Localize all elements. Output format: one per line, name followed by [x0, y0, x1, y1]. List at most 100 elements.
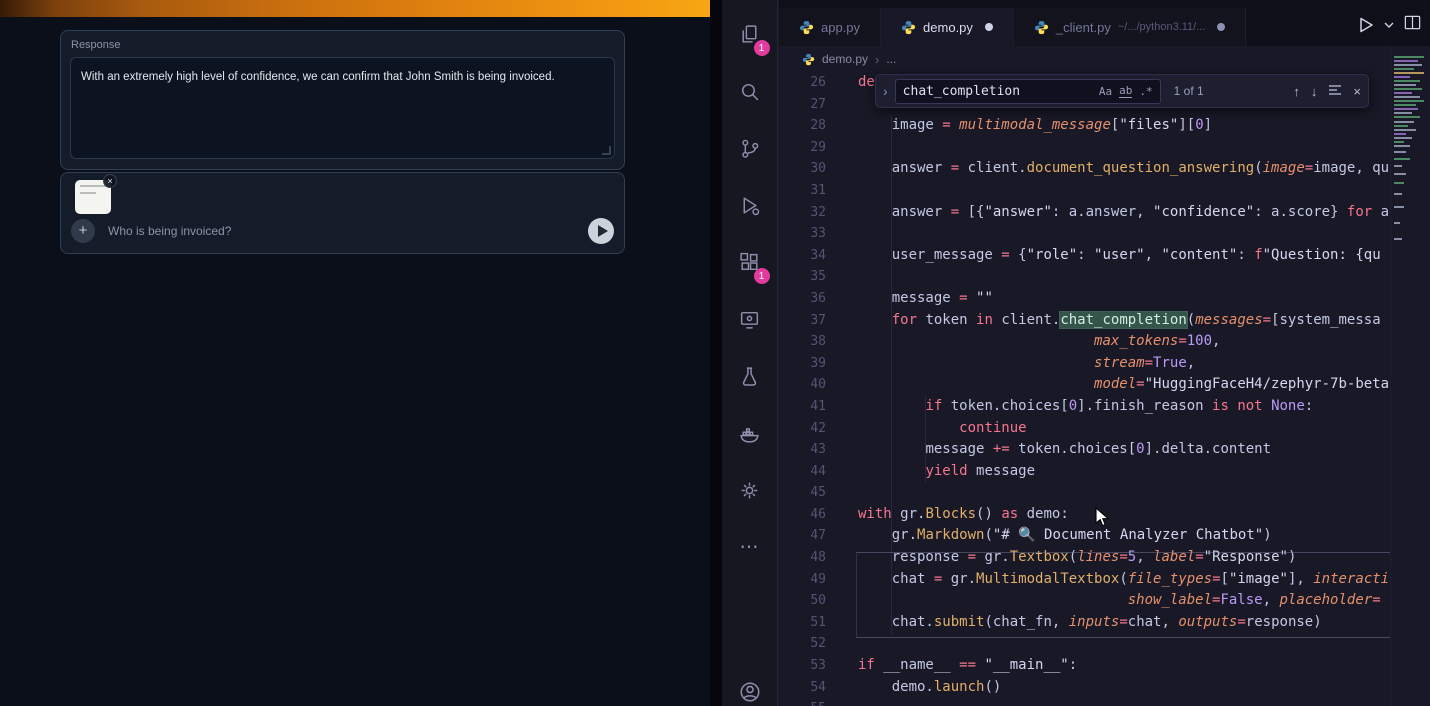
testing-flask-icon[interactable]	[722, 348, 778, 405]
code-line[interactable]: 55	[779, 698, 1390, 706]
minimap-mark	[1394, 182, 1404, 184]
chat-input[interactable]: Who is being invoiced?	[108, 224, 588, 238]
code-line[interactable]: 50 show_label=False, placeholder=	[779, 590, 1390, 612]
toggle-replace-chevron-icon[interactable]: ›	[883, 83, 888, 99]
close-icon[interactable]: ×	[1353, 84, 1361, 99]
regex-icon[interactable]: .*	[1139, 85, 1152, 98]
code-line[interactable]: 29	[779, 137, 1390, 159]
code-line[interactable]: 42 continue	[779, 418, 1390, 440]
code-text: if __name__ == "__main__":	[858, 655, 1077, 677]
minimap-mark	[1394, 222, 1400, 224]
docker-icon[interactable]	[722, 405, 778, 462]
run-debug-icon[interactable]	[722, 177, 778, 234]
code-line[interactable]: 31	[779, 180, 1390, 202]
modified-dot[interactable]	[985, 23, 993, 31]
find-query-text: chat_completion	[903, 84, 1092, 99]
minimap-mark	[1394, 72, 1424, 74]
code-line[interactable]: 41 if token.choices[0].finish_reason is …	[779, 396, 1390, 418]
minimap-mark	[1394, 80, 1420, 82]
code-line[interactable]: 33	[779, 223, 1390, 245]
code-line[interactable]: 28 image = multimodal_message["files"][0…	[779, 115, 1390, 137]
code-text: max_tokens=100,	[858, 331, 1220, 353]
code-line[interactable]: 46 with gr.Blocks() as demo:	[779, 504, 1390, 526]
modified-dot[interactable]	[1217, 23, 1225, 31]
code-line[interactable]: 37 for token in client.chat_completion(m…	[779, 310, 1390, 332]
minimap-mark	[1394, 125, 1408, 127]
previous-match-icon[interactable]: ↑	[1293, 84, 1300, 99]
match-case-icon[interactable]: Aa	[1099, 85, 1112, 98]
minimap[interactable]	[1390, 46, 1430, 706]
find-input[interactable]: chat_completion Aa ab .*	[895, 79, 1161, 104]
tab-app-py[interactable]: app.py	[779, 8, 881, 46]
code-line[interactable]: 45	[779, 482, 1390, 504]
minimap-mark	[1394, 92, 1412, 94]
minimap-mark	[1394, 141, 1404, 143]
minimap-mark	[1394, 137, 1412, 139]
line-number: 27	[779, 94, 826, 116]
whole-word-icon[interactable]: ab	[1119, 84, 1132, 98]
code-line[interactable]: 51 chat.submit(chat_fn, inputs=chat, out…	[779, 612, 1390, 634]
code-text: with gr.Blocks() as demo:	[858, 504, 1069, 526]
code-line[interactable]: 36 message = ""	[779, 288, 1390, 310]
breadcrumb-more[interactable]: ...	[886, 52, 896, 66]
add-file-button[interactable]: +	[71, 219, 95, 243]
line-number: 42	[779, 418, 826, 440]
code-line[interactable]: 44 yield message	[779, 461, 1390, 483]
tab-demo-py[interactable]: demo.py	[881, 8, 1014, 46]
code-text: response = gr.Textbox(lines=5, label="Re…	[858, 547, 1296, 569]
code-line[interactable]: 34 user_message = {"role": "user", "cont…	[779, 245, 1390, 267]
code-line[interactable]: 43 message += token.choices[0].delta.con…	[779, 439, 1390, 461]
code-line[interactable]: 40 model="HuggingFaceH4/zephyr-7b-beta	[779, 374, 1390, 396]
response-textarea[interactable]: With an extremely high level of confiden…	[70, 57, 615, 159]
code-line[interactable]: 30 answer = client.document_question_ans…	[779, 158, 1390, 180]
code-editor[interactable]: demo.py › ... 26de2728 image = multimoda…	[779, 46, 1430, 706]
code-line[interactable]: 54 demo.launch()	[779, 677, 1390, 699]
code-text: user_message = {"role": "user", "content…	[858, 245, 1381, 267]
breadcrumb[interactable]: demo.py › ...	[779, 46, 1390, 72]
code-line[interactable]: 32 answer = [{"answer": a.answer, "confi…	[779, 202, 1390, 224]
code-line[interactable]: 48 response = gr.Textbox(lines=5, label=…	[779, 547, 1390, 569]
code-text: message += token.choices[0].delta.conten…	[858, 439, 1271, 461]
attachment-thumbnail[interactable]: ×	[75, 180, 111, 214]
send-button[interactable]	[588, 218, 614, 244]
code-line[interactable]: 49 chat = gr.MultimodalTextbox(file_type…	[779, 569, 1390, 591]
run-button[interactable]	[1355, 15, 1375, 35]
next-match-icon[interactable]: ↓	[1311, 84, 1318, 99]
remote-explorer-icon[interactable]	[722, 291, 778, 348]
python-icon	[901, 20, 916, 35]
extensions-icon[interactable]: 1	[722, 234, 778, 291]
tab-client-py[interactable]: _client.py ~/.../python3.11/...	[1014, 8, 1246, 46]
code-line[interactable]: 53if __name__ == "__main__":	[779, 655, 1390, 677]
code-line[interactable]: 35	[779, 266, 1390, 288]
source-control-icon[interactable]	[722, 120, 778, 177]
search-icon[interactable]	[722, 63, 778, 120]
code-text: continue	[858, 418, 1027, 440]
line-number: 46	[779, 504, 826, 526]
resize-handle[interactable]	[602, 146, 611, 155]
explorer-icon[interactable]: 1	[722, 6, 778, 63]
minimap-mark	[1394, 193, 1402, 195]
line-number: 33	[779, 223, 826, 245]
line-number: 39	[779, 353, 826, 375]
response-label: Response	[71, 39, 121, 51]
settings-gear-icon[interactable]	[722, 462, 778, 519]
code-line[interactable]: 39 stream=True,	[779, 353, 1390, 375]
code-line[interactable]: 38 max_tokens=100,	[779, 331, 1390, 353]
code-line[interactable]: 52	[779, 633, 1390, 655]
run-dropdown-chevron-icon[interactable]	[1384, 16, 1394, 34]
tab-label: demo.py	[923, 20, 973, 35]
more-actions-icon[interactable]: ⋯	[722, 519, 778, 576]
minimap-mark	[1394, 64, 1422, 66]
code-text: message = ""	[858, 288, 993, 310]
send-icon	[598, 225, 608, 237]
code-line[interactable]: 47 gr.Markdown("# 🔍 Document Analyzer Ch…	[779, 525, 1390, 547]
python-icon	[799, 20, 814, 35]
account-icon[interactable]	[722, 663, 778, 706]
find-in-selection-icon[interactable]	[1328, 84, 1342, 99]
split-editor-icon[interactable]	[1403, 13, 1422, 37]
minimap-mark	[1394, 165, 1402, 167]
remove-attachment-button[interactable]: ×	[103, 174, 117, 188]
breadcrumb-file[interactable]: demo.py	[822, 52, 868, 66]
line-number: 41	[779, 396, 826, 418]
vscode-window: 1 1	[722, 0, 1430, 706]
